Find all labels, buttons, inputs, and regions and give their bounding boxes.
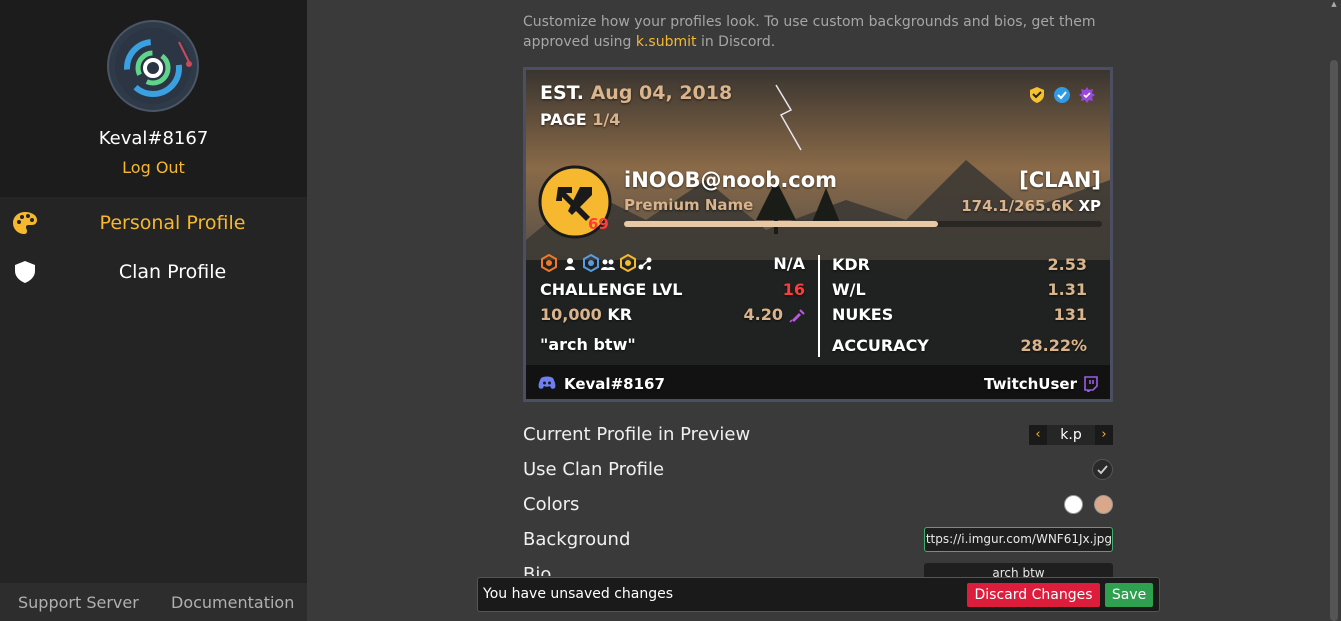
twitch-icon	[1084, 376, 1098, 396]
preview-profile-value: k.p	[1060, 427, 1082, 443]
documentation-link[interactable]: Documentation	[171, 593, 294, 612]
level-number: 69	[588, 215, 609, 233]
xp-value: 174.1/265.6K	[961, 197, 1074, 215]
preview-label: Current Profile in Preview	[523, 424, 751, 445]
save-button[interactable]: Save	[1105, 583, 1153, 607]
app-root: Keval#8167 Log Out Personal Profile Clan…	[0, 0, 1341, 621]
est-line: EST. Aug 04, 2018	[540, 82, 732, 104]
scrollbar-thumb[interactable]	[1330, 60, 1338, 621]
card-twitch-user: TwitchUser	[983, 375, 1077, 393]
intro-before: Customize how your profiles look. To use…	[523, 14, 1096, 50]
intro-after: in Discord.	[696, 34, 776, 50]
page-prefix: PAGE	[540, 110, 587, 129]
clan-tag: [CLAN]	[1019, 168, 1101, 192]
nav-personal-label: Personal Profile	[99, 212, 246, 234]
est-prefix: EST.	[540, 82, 584, 104]
xp-progress-fill	[624, 221, 938, 227]
background-label: Background	[523, 529, 631, 550]
stat-accuracy-label: ACCURACY	[832, 336, 929, 355]
unsaved-message: You have unsaved changes	[483, 586, 674, 602]
submit-command: k.submit	[635, 34, 697, 50]
prev-profile-button[interactable]: ‹	[1029, 425, 1047, 445]
support-server-link[interactable]: Support Server	[18, 593, 139, 612]
next-profile-button[interactable]: ›	[1095, 425, 1113, 445]
nav-clan-profile[interactable]: Clan Profile	[0, 250, 307, 294]
xp-line: 174.1/265.6K XP	[961, 197, 1101, 215]
page-line: PAGE 1/4	[540, 110, 620, 129]
color-picker-secondary[interactable]	[1094, 495, 1113, 514]
use-clan-checkbox[interactable]	[1092, 459, 1113, 480]
stat-kdr-label: KDR	[832, 255, 870, 274]
hex-badge-1-icon	[540, 253, 558, 276]
background-url-input[interactable]: https://i.imgur.com/WNF61Jx.jpg	[924, 527, 1113, 552]
background-url-value: https://i.imgur.com/WNF61Jx.jpg	[924, 532, 1112, 546]
check-icon	[1097, 465, 1108, 475]
stat-wl-value: 1.31	[1047, 280, 1087, 299]
scroll-up-icon[interactable]: ▲	[1330, 0, 1338, 8]
purple-badge-icon	[1078, 86, 1096, 108]
color-picker-primary[interactable]	[1064, 495, 1083, 514]
discard-changes-button[interactable]: Discard Changes	[967, 583, 1100, 607]
challenge-label: CHALLENGE LVL	[540, 280, 683, 299]
gold-shield-badge-icon	[1028, 86, 1046, 108]
stat-nukes-value: 131	[1053, 305, 1087, 324]
sidebar-footer: Support Server Documentation	[0, 583, 307, 621]
challenge-value: 16	[782, 280, 805, 299]
sidebar: Keval#8167 Log Out Personal Profile Clan…	[0, 0, 307, 621]
stat-accuracy-value: 28.22%	[1020, 336, 1087, 355]
stat-kdr-value: 2.53	[1047, 255, 1087, 274]
avatar	[107, 20, 199, 112]
verified-check-icon	[1053, 86, 1071, 108]
username: Keval#8167	[98, 128, 209, 149]
discord-icon	[538, 375, 556, 394]
person-icon	[564, 256, 576, 275]
kr-rate: 4.20	[743, 305, 783, 324]
profile-preview-switcher: ‹ k.p ›	[1029, 425, 1113, 445]
stats-divider	[818, 255, 820, 357]
user-box: Keval#8167 Log Out	[0, 0, 307, 197]
kr-value: 10,000	[540, 305, 602, 324]
badge-row	[1028, 85, 1098, 105]
stat-wl-label: W/L	[832, 280, 866, 299]
kr-unit: KR	[607, 305, 633, 324]
colors-label: Colors	[523, 494, 580, 515]
hex-badge-3-icon	[619, 253, 637, 276]
unsaved-changes-bar: You have unsaved changes Discard Changes…	[477, 577, 1160, 612]
use-clan-label: Use Clan Profile	[523, 459, 665, 480]
mini-badges	[540, 253, 660, 275]
name-type: Premium Name	[624, 196, 754, 214]
page-value: 1/4	[592, 110, 621, 129]
bio-label: Bio	[523, 564, 552, 576]
stat-nukes-label: NUKES	[832, 305, 894, 324]
share-icon	[638, 256, 652, 275]
xp-progress-track	[624, 221, 1102, 227]
logout-link[interactable]: Log Out	[0, 158, 307, 177]
palette-icon	[12, 210, 38, 236]
shield-icon	[12, 259, 38, 285]
xp-unit: XP	[1078, 197, 1101, 215]
card-bio: "arch btw"	[540, 335, 636, 354]
level-emblem: 69	[538, 165, 612, 239]
est-date: Aug 04, 2018	[590, 82, 733, 104]
kr-line: 10,000 KR	[540, 305, 632, 324]
intro-text: Customize how your profiles look. To use…	[523, 12, 1123, 52]
badges-value: N/A	[773, 254, 805, 273]
syringe-icon	[789, 307, 805, 327]
nav-personal-profile[interactable]: Personal Profile	[0, 201, 307, 245]
group-icon	[601, 256, 615, 275]
card-discord-user: Keval#8167	[564, 375, 665, 393]
hex-badge-2-icon	[582, 253, 600, 276]
player-name: iNOOB@noob.com	[624, 168, 838, 192]
nav-clan-label: Clan Profile	[118, 261, 227, 283]
profile-card-preview: EST. Aug 04, 2018 PAGE 1/4 69 iNOOB@noob…	[523, 67, 1113, 402]
